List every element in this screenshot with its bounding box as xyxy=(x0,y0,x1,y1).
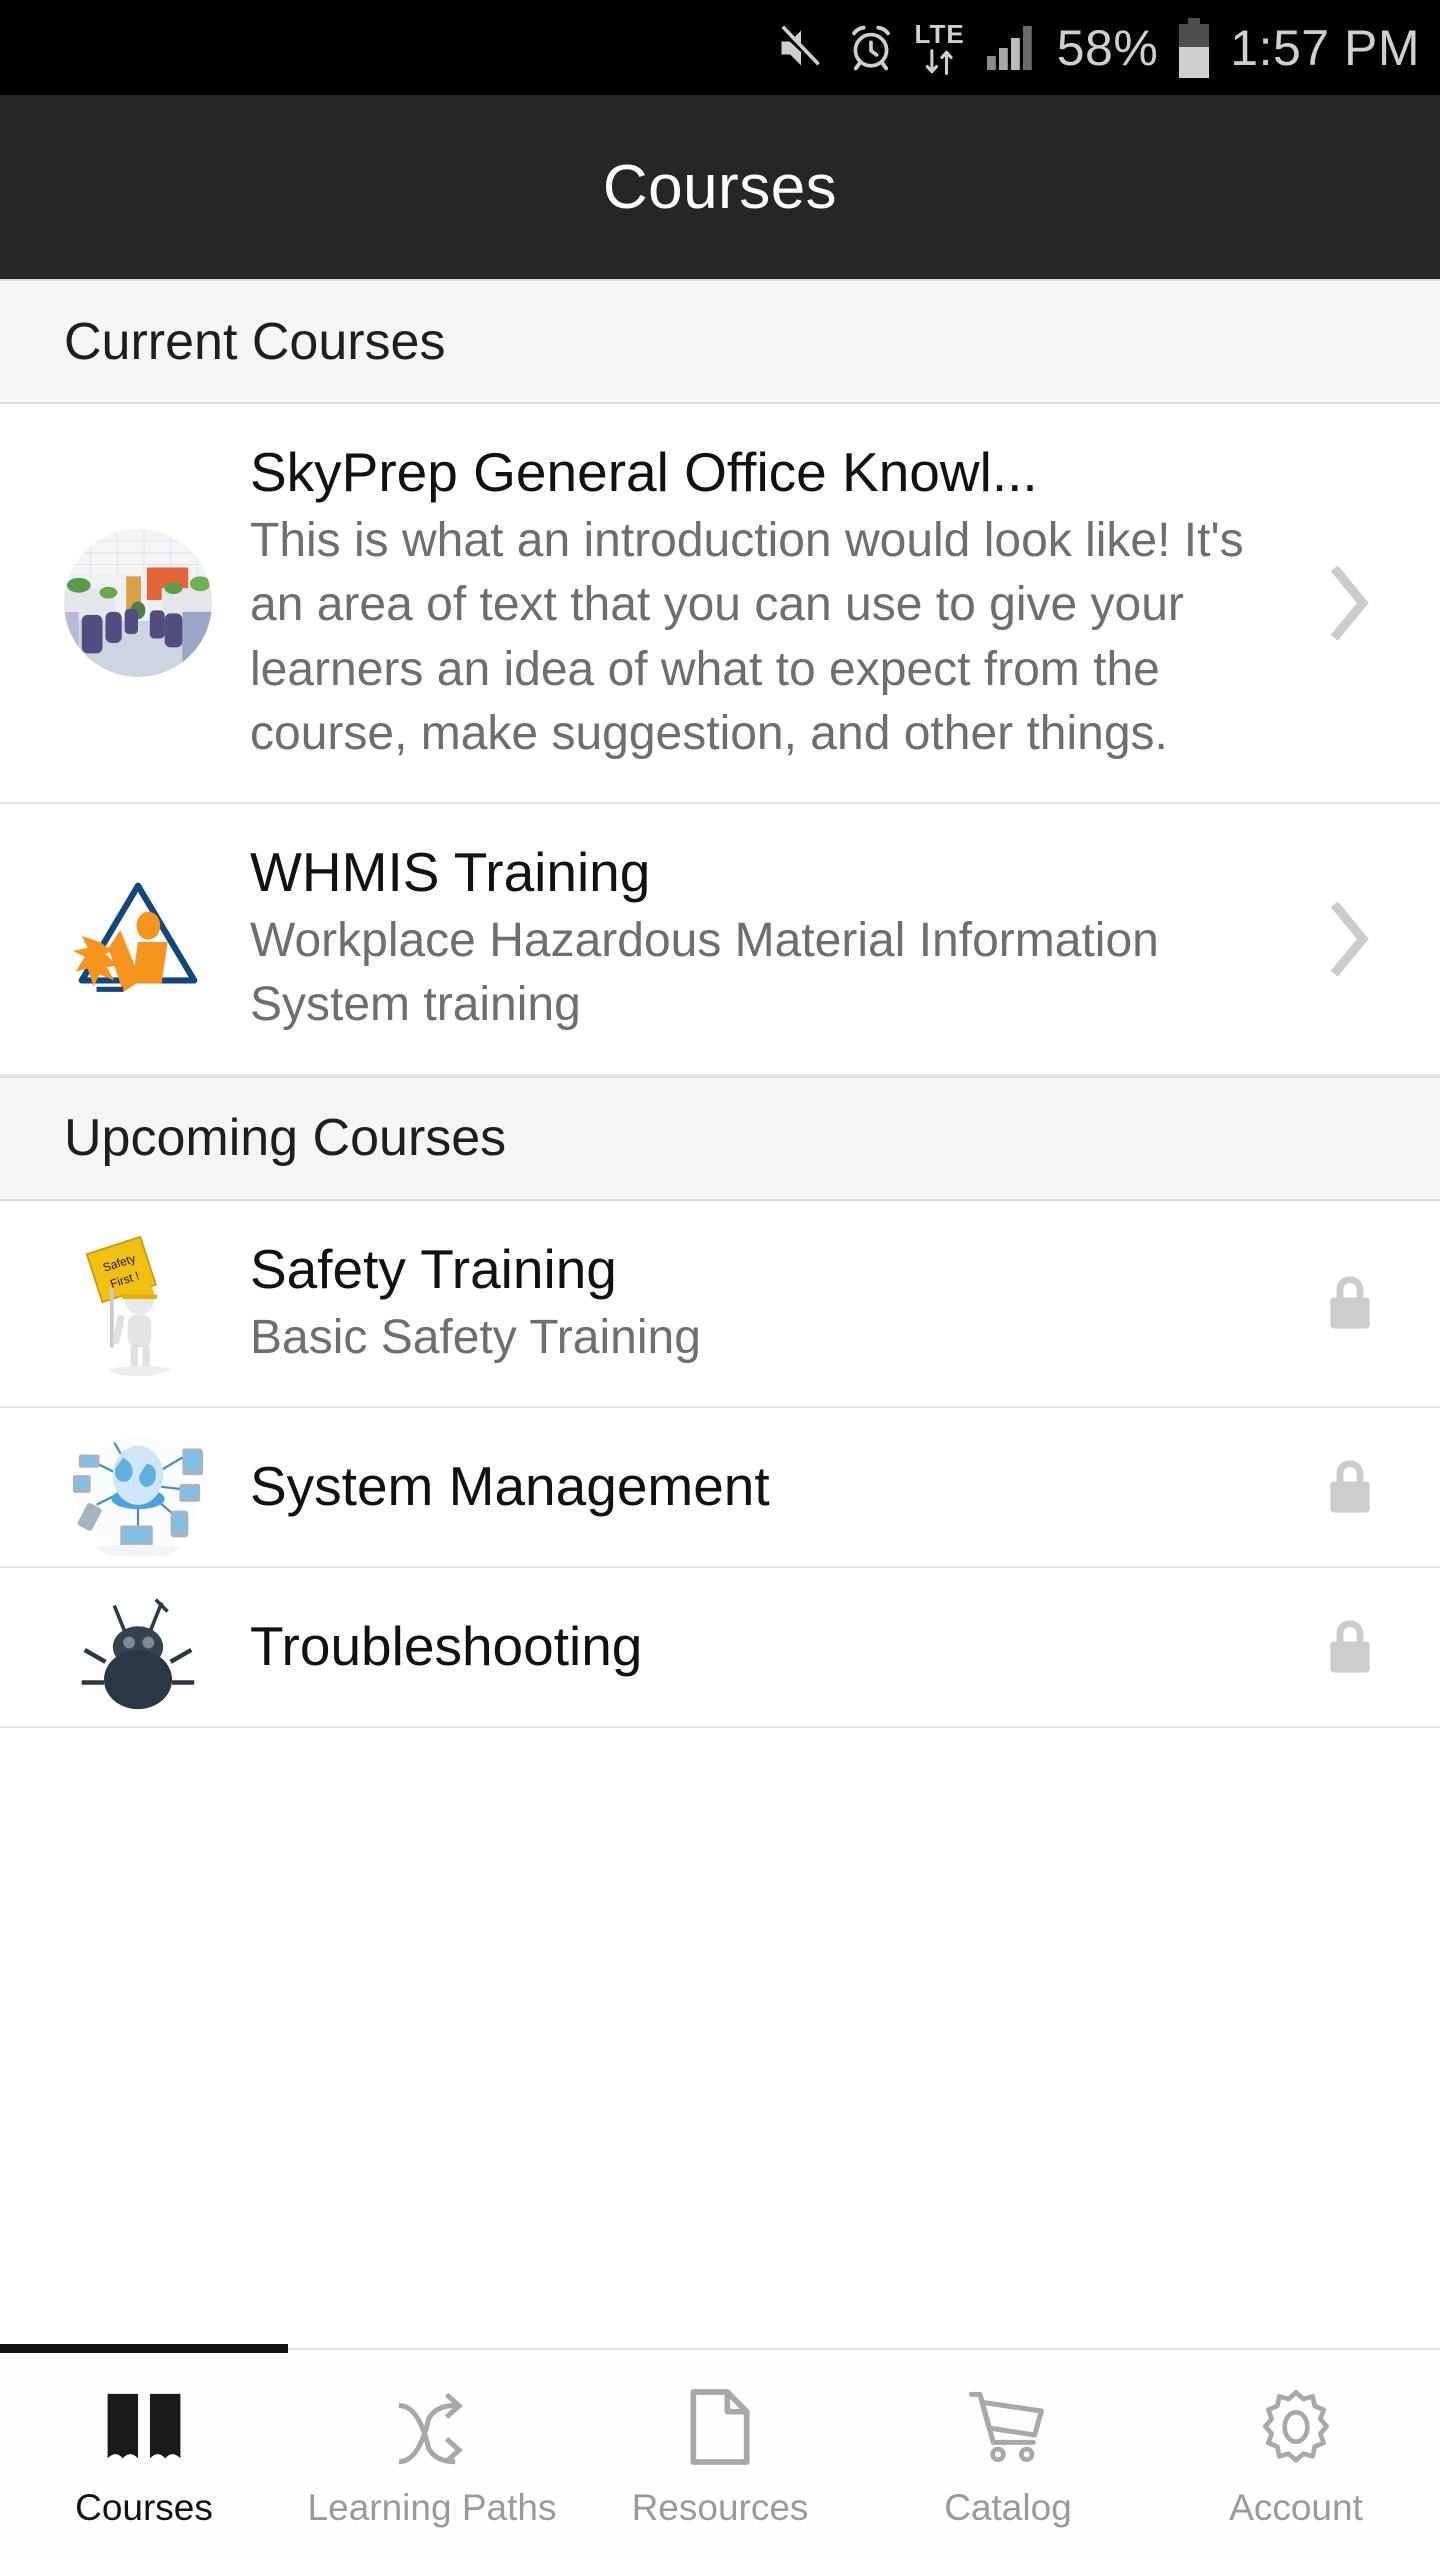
course-thumbnail-whmis-triangle-logo xyxy=(64,864,212,1013)
section-header-upcoming-courses: Upcoming Courses xyxy=(0,1075,1440,1201)
course-affordance[interactable] xyxy=(1290,901,1410,976)
lte-icon: LTE xyxy=(915,21,965,75)
tab-label: Courses xyxy=(75,2487,213,2528)
battery-icon xyxy=(1176,17,1212,79)
lock-icon xyxy=(1330,1276,1370,1329)
section-label: Current Courses xyxy=(64,312,446,371)
shuffle-icon xyxy=(389,2381,475,2473)
course-text-block: Troubleshooting xyxy=(250,1578,1290,1715)
lock-icon xyxy=(1330,1460,1370,1513)
tab-learning-paths[interactable]: Learning Paths xyxy=(288,2350,576,2560)
battery-percent-label: 58% xyxy=(1056,19,1159,76)
course-title: WHMIS Training xyxy=(250,841,651,904)
course-affordance[interactable] xyxy=(1290,566,1410,641)
course-thumbnail-network-globe-graphic xyxy=(64,1412,212,1561)
section-header-current-courses: Current Courses xyxy=(0,279,1440,404)
course-text-block: Safety Training Basic Safety Training xyxy=(250,1201,1290,1406)
course-thumbnail-office-interior-photo xyxy=(64,529,212,678)
mute-icon xyxy=(775,22,827,74)
course-description: Workplace Hazardous Material Information… xyxy=(250,914,1159,1032)
course-title: Safety Training xyxy=(250,1237,617,1300)
tab-label: Account xyxy=(1229,2487,1363,2528)
lock-icon xyxy=(1330,1620,1370,1673)
shopping-cart-icon xyxy=(964,2381,1052,2473)
tab-catalog[interactable]: Catalog xyxy=(864,2350,1152,2560)
book-icon xyxy=(101,2381,187,2473)
course-row[interactable]: WHMIS Training Workplace Hazardous Mater… xyxy=(0,804,1440,1076)
tab-label: Resources xyxy=(631,2487,809,2528)
chevron-right-icon xyxy=(1330,566,1369,641)
tab-courses[interactable]: Courses xyxy=(0,2344,288,2560)
course-affordance xyxy=(1290,1271,1410,1335)
course-row[interactable]: Troubleshooting xyxy=(0,1567,1440,1728)
course-description: This is what an introduction would look … xyxy=(250,513,1244,760)
alarm-icon xyxy=(845,22,897,74)
course-title: Troubleshooting xyxy=(250,1615,643,1678)
tab-resources[interactable]: Resources xyxy=(576,2350,864,2560)
active-tab-indicator xyxy=(0,2344,288,2353)
course-affordance xyxy=(1290,1615,1410,1679)
course-text-block: SkyPrep General Office Knowl... This is … xyxy=(250,404,1290,802)
lte-label: LTE xyxy=(914,18,965,49)
course-row[interactable]: SkyPrep General Office Knowl... This is … xyxy=(0,404,1440,805)
chevron-right-icon xyxy=(1330,901,1369,976)
course-title: System Management xyxy=(250,1455,770,1518)
course-affordance xyxy=(1290,1455,1410,1519)
course-description: Basic Safety Training xyxy=(250,1310,701,1364)
course-row[interactable]: Safety First ! Safety Training Basic Saf… xyxy=(0,1200,1440,1408)
gear-icon xyxy=(1254,2381,1338,2473)
course-title: SkyPrep General Office Knowl... xyxy=(250,441,1038,503)
course-text-block: WHMIS Training Workplace Hazardous Mater… xyxy=(250,804,1290,1074)
page-title: Courses xyxy=(602,152,838,222)
app-bar: Courses xyxy=(0,95,1440,279)
bottom-tab-bar: Courses Learning Paths Resources Catalog… xyxy=(0,2344,1440,2560)
course-text-block: System Management xyxy=(250,1418,1290,1555)
course-row[interactable]: System Management xyxy=(0,1407,1440,1568)
tab-account[interactable]: Account xyxy=(1152,2350,1440,2560)
tab-label: Catalog xyxy=(944,2487,1072,2528)
document-icon xyxy=(683,2381,757,2473)
status-bar: LTE 58% 1:57 PM xyxy=(0,0,1440,95)
course-thumbnail-bug-graphic xyxy=(64,1572,212,1721)
section-label: Upcoming Courses xyxy=(64,1109,507,1168)
phone-screen: LTE 58% 1:57 PM Courses Current Courses … xyxy=(0,0,1440,2560)
tab-label: Learning Paths xyxy=(307,2487,557,2528)
signal-icon xyxy=(983,22,1039,74)
clock-label: 1:57 PM xyxy=(1230,19,1420,76)
course-thumbnail-safety-first-figure: Safety First ! xyxy=(64,1229,212,1378)
